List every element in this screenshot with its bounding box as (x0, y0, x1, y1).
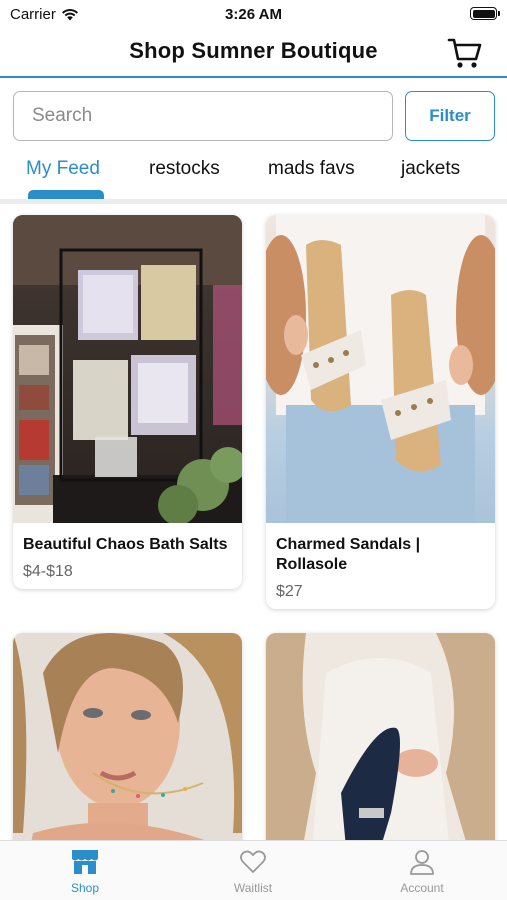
product-name: Beautiful Chaos Bath Salts (23, 536, 228, 553)
heart-icon (240, 850, 266, 873)
filter-button[interactable]: Filter (405, 91, 495, 141)
search-input[interactable] (13, 91, 393, 141)
tabs-divider (0, 199, 507, 204)
storefront-icon (72, 850, 98, 874)
battery-icon (470, 7, 500, 20)
nav-item-waitlist[interactable]: Waitlist (203, 849, 303, 895)
product-name: Charmed Sandals | Rollasole (276, 536, 421, 573)
person-icon (410, 850, 434, 875)
status-bar: Carrier 3:26 AM (0, 0, 507, 30)
tab-mads-favs[interactable]: mads favs (268, 158, 355, 180)
cart-icon[interactable] (447, 36, 483, 70)
studded-sandals-photo (266, 215, 495, 523)
product-info: Charmed Sandals | Rollasole $27 (266, 523, 495, 609)
page-title: Shop Sumner Boutique (129, 38, 378, 63)
category-tabs: My Feed restocks mads favs jackets (0, 150, 507, 200)
nav-item-account[interactable]: Account (372, 849, 472, 895)
product-card[interactable]: Charmed Sandals | Rollasole $27 (266, 215, 495, 609)
nav-label-waitlist: Waitlist (233, 881, 273, 895)
tab-my-feed[interactable]: My Feed (26, 158, 100, 180)
search-row: Filter (13, 91, 495, 141)
product-card[interactable]: Beautiful Chaos Bath Salts $4-$18 (13, 215, 242, 589)
bottom-tab-bar: Shop Waitlist Account (0, 840, 507, 900)
bath-salts-display-photo (13, 215, 242, 523)
nav-label-shop: Shop (70, 881, 100, 895)
active-tab-indicator (28, 190, 104, 199)
nav-item-shop[interactable]: Shop (35, 849, 135, 895)
app-header: Shop Sumner Boutique (0, 30, 507, 78)
tab-restocks[interactable]: restocks (149, 158, 220, 180)
status-time: 3:26 AM (225, 6, 282, 23)
product-price: $4-$18 (23, 563, 73, 580)
tab-jackets[interactable]: jackets (401, 158, 460, 180)
nav-label-account: Account (400, 881, 444, 895)
product-info: Beautiful Chaos Bath Salts $4-$18 (13, 523, 242, 589)
product-price: $27 (276, 583, 303, 600)
